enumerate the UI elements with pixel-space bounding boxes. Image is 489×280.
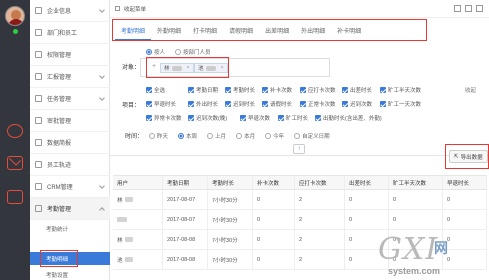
lock-icon <box>35 51 42 58</box>
building-icon <box>35 7 42 14</box>
report-icon <box>35 73 42 80</box>
sidebar-subitem-attendance-stats[interactable]: 考勤统计 <box>30 222 110 235</box>
sidebar-item-tasks[interactable]: 任务管理 <box>30 88 110 110</box>
column-header[interactable]: 出差时长 <box>345 176 389 189</box>
radio-by-department[interactable]: 按部门人员 <box>175 48 211 56</box>
sidebar-item-crm[interactable]: CRM管理 <box>30 176 110 198</box>
location-icon <box>35 161 42 168</box>
user-name: 池 <box>117 257 123 264</box>
clock-icon <box>35 205 42 212</box>
chevron-down-icon <box>99 7 105 13</box>
time-option-yesterday[interactable]: 昨天 <box>149 132 168 140</box>
collapse-menu-link[interactable]: 收起菜单 <box>124 5 146 13</box>
chevron-down-icon <box>99 73 105 79</box>
sidebar-item-reports[interactable]: 汇报管理 <box>30 66 110 88</box>
sidebar-item-departments[interactable]: 部门和员工 <box>30 22 110 44</box>
checkbox-item[interactable]: 迟到次数 <box>342 100 372 108</box>
top-bar: 收起菜单 <box>110 0 489 18</box>
sidebar-item-employee-tracks[interactable]: 员工轨迹 <box>30 154 110 176</box>
maximize-icon[interactable] <box>465 5 472 12</box>
checkbox-item[interactable]: 旷工半天次数 <box>380 86 421 94</box>
checkbox-item[interactable]: 出勤时长(含出差、外勤) <box>315 114 382 122</box>
highlight-box-object <box>146 57 229 78</box>
user-name: 林 <box>117 237 123 244</box>
online-status-dot <box>13 29 18 34</box>
radio-selected-icon <box>146 49 152 55</box>
chevron-down-icon <box>99 183 105 189</box>
checkbox-select-all[interactable]: 全选 <box>146 86 165 94</box>
close-icon[interactable] <box>476 5 483 12</box>
sidebar: 企业信息 部门和员工 权限管理 汇报管理 任务管理 审批管理 数据简报 员工轨迹… <box>30 0 110 280</box>
expand-toggle-button[interactable]: ↑ <box>293 144 305 154</box>
chart-icon <box>35 139 42 146</box>
checkbox-item[interactable]: 旷工一天次数 <box>380 100 421 108</box>
chevron-up-icon <box>99 207 105 213</box>
time-label: 时间： <box>125 134 144 140</box>
sidebar-item-approvals[interactable]: 审批管理 <box>30 110 110 132</box>
checkbox-item[interactable]: 考勤时长 <box>225 86 255 94</box>
approval-icon <box>35 117 42 124</box>
sidebar-item-data-brief[interactable]: 数据简报 <box>30 132 110 154</box>
avatar[interactable] <box>5 6 25 26</box>
task-icon <box>35 95 42 102</box>
mail-icon[interactable] <box>7 156 23 170</box>
checkbox-item[interactable]: 补卡次数 <box>262 86 292 94</box>
sidebar-item-attendance[interactable]: 考勤管理 <box>30 198 110 220</box>
table-header: 用户 考勤日期 考勤时长 补卡次数 应打卡次数 出差时长 旷工半天次数 早退时长 <box>113 175 487 190</box>
people-icon <box>35 29 42 36</box>
checkbox-item[interactable]: 出差时长 <box>342 86 372 94</box>
app-window: 企业信息 部门和员工 权限管理 汇报管理 任务管理 审批管理 数据简报 员工轨迹… <box>0 0 489 280</box>
table-row[interactable]: 林 2017-08-07 7小时30分 0 2 0 0 0 <box>113 190 487 210</box>
time-option-last-month[interactable]: 上月 <box>207 132 226 140</box>
sidebar-item-permissions[interactable]: 权限管理 <box>30 44 110 66</box>
time-filter-row: 时间： 昨天 本周 上月 本月 今年 自定义日期 <box>125 131 340 140</box>
checkbox-item[interactable]: 异常卡次数 <box>146 114 182 122</box>
highlight-box-export <box>445 144 489 169</box>
time-option-this-week[interactable]: 本周 <box>178 132 197 140</box>
chevron-down-icon <box>99 95 105 101</box>
scope-radio-group: 按人 按部门人员 <box>146 48 221 56</box>
checkbox-item[interactable]: 早退时长 <box>146 100 176 108</box>
time-option-custom[interactable]: 自定义日期 <box>294 132 330 140</box>
column-header[interactable]: 考勤日期 <box>163 176 208 189</box>
object-label: 对象： <box>122 65 141 71</box>
checkbox-item[interactable]: 应打卡次数 <box>300 86 336 94</box>
user-name: 林 <box>117 197 123 204</box>
checkbox-item[interactable]: 迟到次数(晚) <box>188 114 227 122</box>
column-header[interactable]: 补卡次数 <box>253 176 295 189</box>
column-header[interactable]: 早退时长 <box>443 176 487 189</box>
collapse-toggle[interactable]: 收起 <box>465 86 476 94</box>
column-header[interactable]: 用户 <box>113 176 163 189</box>
filter-divider: ↑ <box>110 142 489 156</box>
sidebar-item-company-info[interactable]: 企业信息 <box>30 0 110 22</box>
site-watermark: GXI 网 system.com <box>378 232 448 276</box>
checkbox-item[interactable]: 考勤日期 <box>188 86 218 94</box>
column-header[interactable]: 考勤时长 <box>208 176 253 189</box>
highlight-box-sidebar <box>40 250 78 267</box>
time-option-this-month[interactable]: 本月 <box>236 132 255 140</box>
checkbox-item[interactable]: 迟到时长 <box>225 100 255 108</box>
checkbox-item[interactable]: 正常卡次数 <box>300 100 336 108</box>
checkbox-item[interactable]: 早退次数 <box>240 114 270 122</box>
arrow-up-icon: ↑ <box>297 146 301 152</box>
sidebar-subitem-attendance-settings[interactable]: 考勤设置 <box>30 268 110 280</box>
highlight-box-tabs <box>112 19 427 41</box>
time-option-this-year[interactable]: 今年 <box>265 132 284 140</box>
left-rail <box>0 0 30 280</box>
menu-toggle-icon[interactable] <box>115 6 120 11</box>
document-icon[interactable] <box>7 190 23 204</box>
radio-icon <box>175 49 182 55</box>
crm-icon <box>35 183 42 190</box>
table-row[interactable]: 2017-08-07 7小时30分 0 2 0 0 0 <box>113 210 487 230</box>
checkbox-item[interactable]: 外出时长 <box>188 100 218 108</box>
checkbox-item[interactable]: 请假时长 <box>262 100 292 108</box>
column-header[interactable]: 旷工半天次数 <box>389 176 443 189</box>
minimize-icon[interactable] <box>454 5 461 12</box>
checkbox-item[interactable]: 旷工时长 <box>278 114 308 122</box>
radio-by-person[interactable]: 按人 <box>146 48 165 56</box>
items-label: 项目： <box>122 103 141 109</box>
column-header[interactable]: 应打卡次数 <box>295 176 345 189</box>
chat-icon[interactable] <box>7 124 23 138</box>
